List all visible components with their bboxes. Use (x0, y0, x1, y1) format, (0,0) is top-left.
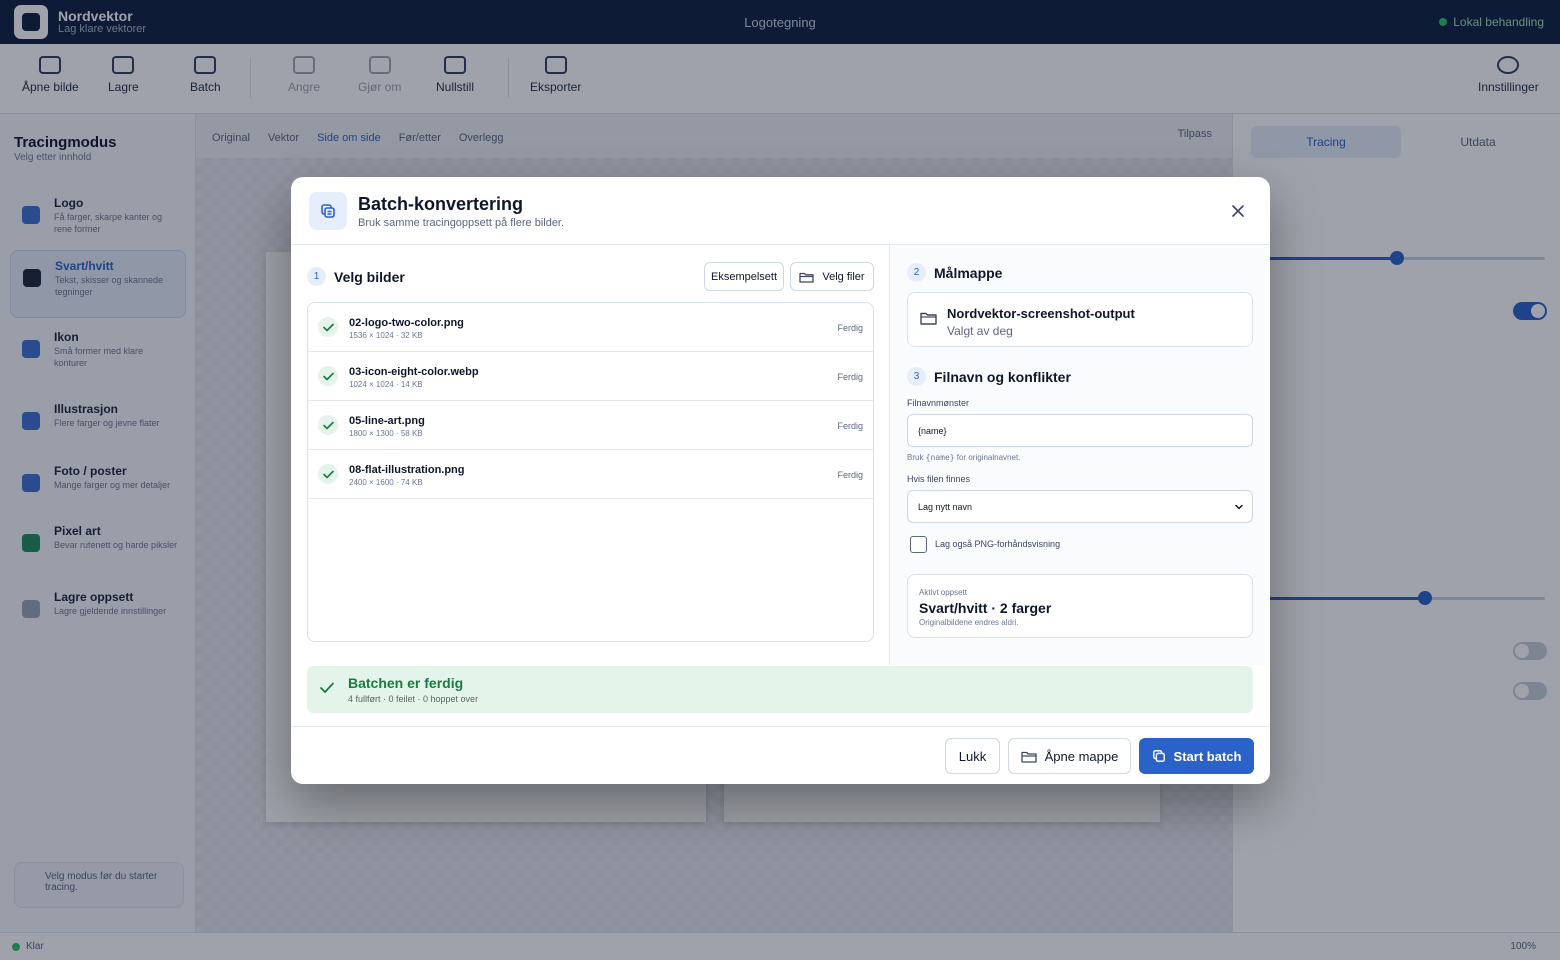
step-label: Filnavn og konflikter (934, 368, 1071, 385)
target-folder-name: Nordvektor-screenshot-output (947, 306, 1135, 321)
step-select-images: 1 Velg bilder (307, 267, 405, 286)
folder-icon (799, 272, 815, 283)
banner-summary: 4 fullført · 0 feilet · 0 hoppet over (348, 694, 479, 704)
target-folder-card[interactable]: Nordvektor-screenshot-output Valgt av de… (907, 292, 1253, 347)
conflict-select[interactable]: Lag nytt navn (907, 490, 1253, 523)
file-name: 02-logo-two-color.png (349, 317, 464, 329)
check-icon (318, 317, 338, 337)
banner-title: Batchen er ferdig (348, 675, 464, 691)
step-filename-conflicts: 3 Filnavn og konflikter (907, 367, 1071, 386)
check-icon (320, 682, 334, 693)
chevron-down-icon (1235, 504, 1243, 510)
file-status: Ferdig (837, 323, 863, 333)
batch-done-banner: Batchen er ferdig 4 fullført · 0 feilet … (307, 666, 1253, 713)
step-target-folder: 2 Målmappe (907, 263, 1002, 282)
check-icon (318, 415, 338, 435)
close-icon[interactable] (1228, 201, 1248, 221)
preset-name: Svart/hvitt · 2 farger (919, 600, 1052, 616)
dialog-title: Batch-konvertering (358, 194, 524, 214)
preset-note: Originalbildene endres aldri. (919, 618, 1019, 627)
file-list: 02-logo-two-color.png 1536 × 1024 · 32 K… (307, 302, 874, 642)
file-meta: 1024 × 1024 · 14 KB (349, 380, 423, 389)
step-label: Velg bilder (334, 268, 405, 285)
png-preview-checkbox[interactable] (910, 536, 927, 553)
check-icon (318, 464, 338, 484)
close-button[interactable]: Lukk (945, 738, 1000, 774)
folder-icon (920, 312, 937, 325)
preset-caption: Aktivt oppsett (919, 588, 968, 597)
open-folder-button[interactable]: Åpne mappe (1008, 738, 1131, 774)
batch-icon (1152, 750, 1165, 762)
dialog-subtitle: Bruk samme tracingoppsett på flere bilde… (358, 217, 565, 229)
start-batch-button[interactable]: Start batch (1139, 738, 1254, 774)
file-status: Ferdig (837, 372, 863, 382)
select-images-section: 1 Velg bilder Eksempelsett Velg filer 02… (291, 245, 890, 665)
png-preview-label: Lag også PNG-forhåndsvisning (935, 539, 1061, 549)
step-number: 3 (907, 367, 926, 386)
file-meta: 2400 × 1600 · 74 KB (349, 478, 423, 487)
choose-files-button[interactable]: Velg filer (790, 262, 874, 291)
file-status: Ferdig (837, 470, 863, 480)
dialog-header: Batch-konvertering Bruk samme tracingopp… (291, 177, 1270, 245)
conflict-label: Hvis filen finnes (907, 474, 971, 484)
check-icon (318, 366, 338, 386)
file-name: 05-line-art.png (349, 415, 425, 427)
active-preset-card: Aktivt oppsett Svart/hvitt · 2 farger Or… (907, 574, 1253, 638)
filename-pattern-label: Filnavnmønster (907, 398, 970, 408)
filename-pattern-input[interactable] (907, 414, 1253, 447)
file-name: 08-flat-illustration.png (349, 464, 465, 476)
folder-icon (1020, 751, 1037, 763)
file-name: 03-icon-eight-color.webp (349, 366, 479, 378)
conflict-selected-value: Lag nytt navn (918, 501, 973, 512)
file-meta: 1800 × 1300 · 58 KB (349, 429, 423, 438)
file-row[interactable]: 05-line-art.png 1800 × 1300 · 58 KB Ferd… (308, 401, 873, 450)
step-label: Målmappe (934, 264, 1003, 281)
batch-icon (309, 192, 347, 230)
file-status: Ferdig (837, 421, 863, 431)
step-number: 1 (307, 267, 326, 286)
sample-set-button[interactable]: Eksempelsett (704, 262, 784, 291)
target-folder-source: Valgt av deg (947, 324, 1013, 338)
filename-hint: Bruk {name} for originalnavnet. (907, 453, 1021, 462)
file-meta: 1536 × 1024 · 32 KB (349, 331, 423, 340)
file-row[interactable]: 03-icon-eight-color.webp 1024 × 1024 · 1… (308, 352, 873, 401)
file-row[interactable]: 08-flat-illustration.png 2400 × 1600 · 7… (308, 450, 873, 499)
dialog-footer: Lukk Åpne mappe Start batch (291, 726, 1270, 784)
output-settings-section: 2 Målmappe Nordvektor-screenshot-output … (891, 245, 1270, 665)
file-row[interactable]: 02-logo-two-color.png 1536 × 1024 · 32 K… (308, 303, 873, 352)
batch-dialog: Batch-konvertering Bruk samme tracingopp… (291, 177, 1270, 784)
step-number: 2 (907, 263, 926, 282)
